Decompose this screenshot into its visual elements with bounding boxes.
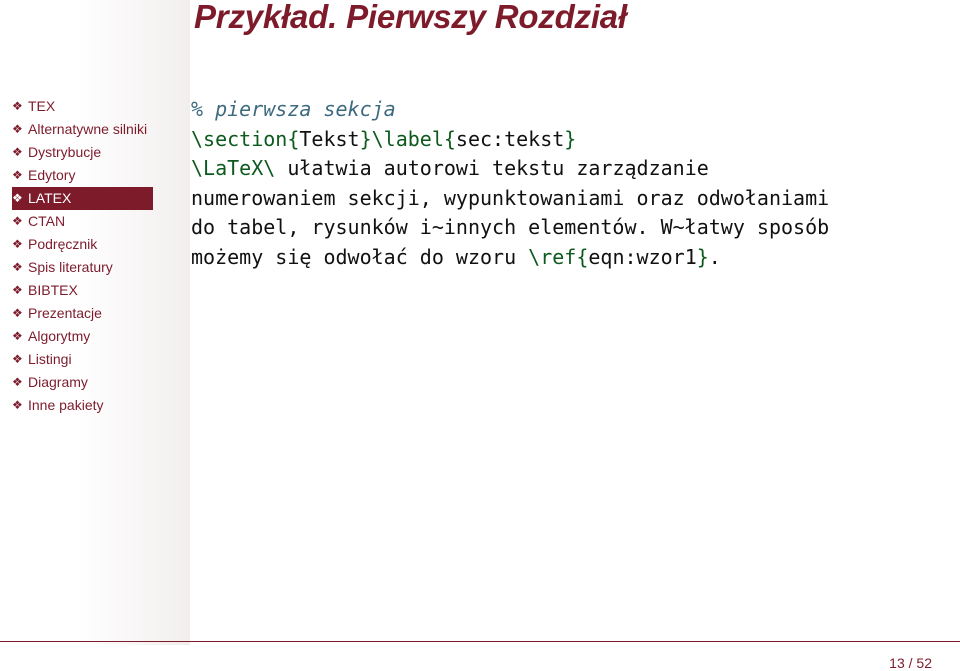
diamond-bullet-icon: ❖	[12, 214, 23, 228]
code-line-text: numerowaniem sekcji, wypunktowaniami ora…	[191, 185, 830, 210]
code-command: \LaTeX\	[191, 156, 276, 180]
nav-item-dystrybucje[interactable]: ❖ Dystrybucje	[12, 141, 153, 164]
nav-item-alternatywne-silniki[interactable]: ❖ Alternatywne silniki	[12, 118, 153, 141]
code-comment: % pierwsza sekcja	[191, 97, 396, 121]
slide-title: Przykład. Pierwszy Rozdział	[194, 0, 627, 35]
footer-divider	[0, 641, 960, 642]
code-argument: sec:tekst	[455, 126, 565, 151]
diamond-bullet-icon: ❖	[12, 99, 23, 113]
nav-item-label: Algorytmy	[28, 328, 91, 344]
code-line-latex: \LaTeX\ ułatwia autorowi tekstu zarządza…	[191, 154, 829, 184]
nav-item-listingi[interactable]: ❖ Listingi	[12, 348, 153, 371]
nav-item-tex[interactable]: ❖ TEX	[12, 95, 153, 118]
nav-item-label: Inne pakiety	[28, 397, 104, 413]
nav-item-label: Dystrybucje	[28, 144, 102, 160]
diamond-bullet-icon: ❖	[12, 145, 23, 159]
diamond-bullet-icon: ❖	[12, 260, 23, 274]
nav-item-latex[interactable]: ❖ LATEX	[12, 187, 153, 210]
code-command: \section{	[191, 126, 300, 151]
code-line-ref: możemy się odwołać do wzoru \ref{eqn:wzo…	[191, 243, 829, 273]
nav-item-label: Edytory	[28, 167, 76, 183]
diamond-bullet-icon: ❖	[12, 398, 23, 412]
nav-item-label: BIBTEX	[28, 282, 78, 298]
nav-item-label: LATEX	[28, 190, 72, 206]
code-command: }	[696, 244, 709, 269]
diamond-bullet-icon: ❖	[12, 306, 23, 320]
code-listing: % pierwsza sekcja \section{Tekst}\label{s…	[191, 95, 829, 272]
nav-item-bibtex[interactable]: ❖ BIBTEX	[12, 279, 153, 302]
nav-item-podrecznik[interactable]: ❖ Podręcznik	[12, 233, 153, 256]
nav-item-edytory[interactable]: ❖ Edytory	[12, 164, 153, 187]
diamond-bullet-icon: ❖	[12, 122, 23, 136]
nav-item-label: Listingi	[28, 351, 72, 367]
nav-item-label: Diagramy	[28, 374, 88, 390]
code-line-section: \section{Tekst}\label{sec:tekst}	[191, 125, 829, 155]
code-text: możemy się odwołać do wzoru	[191, 244, 529, 269]
sidebar: ❖ TEX ❖ Alternatywne silniki ❖ Dystrybucje …	[0, 0, 190, 645]
code-line-comment: % pierwsza sekcja	[191, 95, 829, 125]
code-command: }\label{	[359, 126, 456, 151]
page-counter: 13 / 52	[889, 655, 932, 671]
nav-item-label: Alternatywne silniki	[28, 121, 148, 137]
code-argument: Tekst	[299, 126, 360, 151]
nav-item-label: CTAN	[28, 213, 66, 229]
nav-item-diagramy[interactable]: ❖ Diagramy	[12, 371, 153, 394]
nav-item-label: Podręcznik	[28, 236, 98, 252]
nav-item-algorytmy[interactable]: ❖ Algorytmy	[12, 325, 153, 348]
nav-item-ctan[interactable]: ❖ CTAN	[12, 210, 153, 233]
diamond-bullet-icon: ❖	[12, 168, 23, 182]
diamond-bullet-icon: ❖	[12, 329, 23, 343]
nav-item-inne-pakiety[interactable]: ❖ Inne pakiety	[12, 394, 153, 417]
diamond-bullet-icon: ❖	[12, 352, 23, 366]
nav-item-label: Spis literatury	[28, 259, 113, 275]
diamond-bullet-icon: ❖	[12, 375, 23, 389]
code-command: }	[564, 126, 577, 151]
nav-item-spis-literatury[interactable]: ❖ Spis literatury	[12, 256, 153, 279]
code-argument: eqn:wzor1	[588, 244, 697, 269]
code-text: .	[708, 244, 721, 269]
code-line-text: do tabel, rysunków i~innych elementów. W…	[191, 215, 830, 239]
nav-item-prezentacje[interactable]: ❖ Prezentacje	[12, 302, 153, 325]
section-nav: ❖ TEX ❖ Alternatywne silniki ❖ Dystrybucje …	[12, 95, 153, 417]
code-command: \ref{	[528, 244, 589, 269]
nav-item-label: TEX	[28, 98, 56, 114]
diamond-bullet-icon: ❖	[12, 191, 23, 205]
nav-item-label: Prezentacje	[28, 305, 102, 321]
diamond-bullet-icon: ❖	[12, 283, 23, 297]
diamond-bullet-icon: ❖	[12, 237, 23, 251]
code-text: ułatwia autorowi tekstu zarządzanie	[275, 156, 709, 180]
